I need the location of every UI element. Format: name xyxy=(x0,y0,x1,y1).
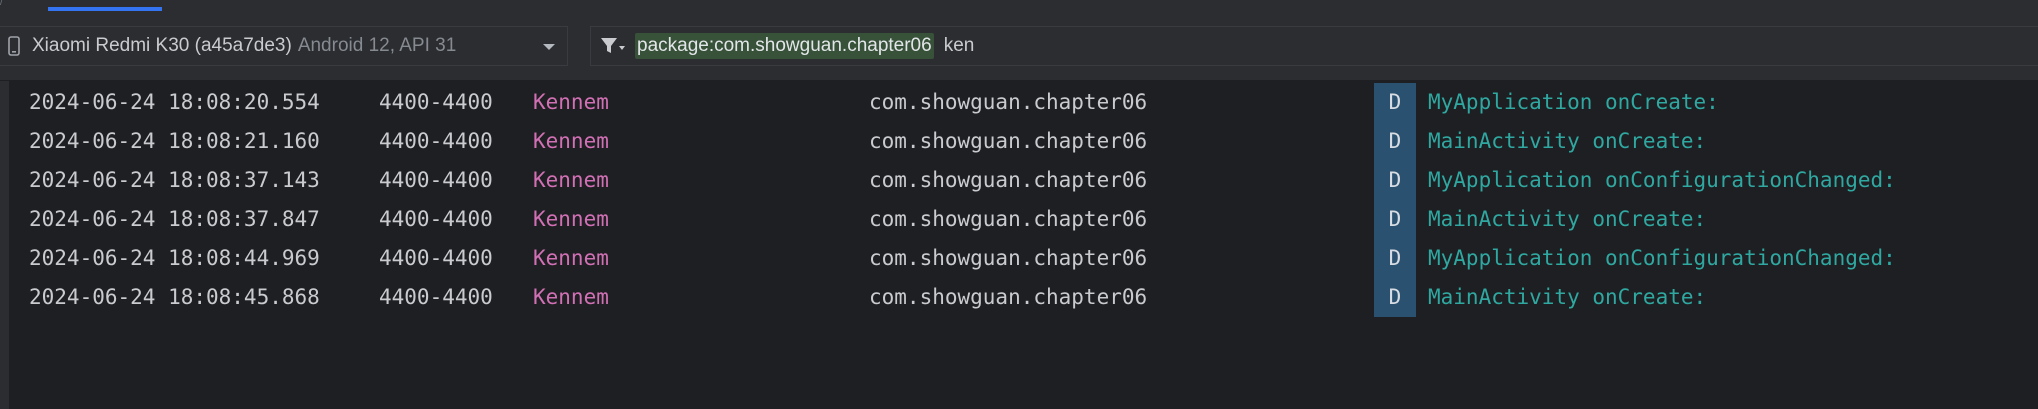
log-tag: Kennem xyxy=(533,129,609,153)
active-tab-indicator[interactable] xyxy=(48,7,162,11)
log-message: MyApplication onConfigurationChanged: xyxy=(1428,168,1896,192)
log-message: MyApplication onCreate: xyxy=(1428,90,1719,114)
log-package: com.showguan.chapter06 xyxy=(869,168,1148,192)
log-pid-tid: 4400-4400 xyxy=(379,129,493,153)
log-level-badge: D xyxy=(1374,239,1416,278)
device-api-level: Android 12, API 31 xyxy=(297,35,457,56)
log-timestamp: 2024-06-24 18:08:45.868 xyxy=(29,285,320,309)
log-pid-tid: 4400-4400 xyxy=(379,285,493,309)
log-level-badge: D xyxy=(1374,83,1416,122)
log-timestamp: 2024-06-24 18:08:37.847 xyxy=(29,207,320,231)
filter-query-text[interactable]: ken xyxy=(944,35,975,57)
log-gutter xyxy=(0,81,9,409)
chevron-down-icon[interactable] xyxy=(539,37,559,57)
log-tag: Kennem xyxy=(533,207,609,231)
filter-icon[interactable] xyxy=(599,34,627,58)
log-message: MainActivity onCreate: xyxy=(1428,285,1707,309)
logcat-toolbar: Xiaomi Redmi K30 (a45a7de3) Android 12, … xyxy=(0,12,2038,81)
log-package: com.showguan.chapter06 xyxy=(869,207,1148,231)
log-timestamp: 2024-06-24 18:08:37.143 xyxy=(29,168,320,192)
tab-strip: / xyxy=(0,0,2038,12)
log-package: com.showguan.chapter06 xyxy=(869,129,1148,153)
log-pid-tid: 4400-4400 xyxy=(379,168,493,192)
log-package: com.showguan.chapter06 xyxy=(869,246,1148,270)
logcat-filter-field[interactable]: package:com.showguan.chapter06 ken xyxy=(590,26,2038,66)
log-message: MainActivity onCreate: xyxy=(1428,129,1707,153)
log-package: com.showguan.chapter06 xyxy=(869,285,1148,309)
device-selector[interactable]: Xiaomi Redmi K30 (a45a7de3) Android 12, … xyxy=(0,26,568,66)
logcat-output[interactable]: 2024-06-24 18:08:20.554 4400-4400 Kennem… xyxy=(0,81,2038,409)
log-row[interactable]: 2024-06-24 18:08:37.143 4400-4400 Kennem… xyxy=(9,161,2038,200)
log-pid-tid: 4400-4400 xyxy=(379,90,493,114)
log-level-badge: D xyxy=(1374,200,1416,239)
log-row[interactable]: 2024-06-24 18:08:44.969 4400-4400 Kennem… xyxy=(9,239,2038,278)
log-timestamp: 2024-06-24 18:08:21.160 xyxy=(29,129,320,153)
log-row[interactable]: 2024-06-24 18:08:37.847 4400-4400 Kennem… xyxy=(9,200,2038,239)
log-level-badge: D xyxy=(1374,278,1416,317)
log-timestamp: 2024-06-24 18:08:44.969 xyxy=(29,246,320,270)
log-pid-tid: 4400-4400 xyxy=(379,246,493,270)
log-row[interactable]: 2024-06-24 18:08:20.554 4400-4400 Kennem… xyxy=(9,83,2038,122)
phone-icon xyxy=(6,35,22,57)
log-tag: Kennem xyxy=(533,90,609,114)
log-row[interactable]: 2024-06-24 18:08:21.160 4400-4400 Kennem… xyxy=(9,122,2038,161)
log-package: com.showguan.chapter06 xyxy=(869,90,1148,114)
tab-edge-glyph: / xyxy=(0,0,3,8)
log-tag: Kennem xyxy=(533,285,609,309)
log-timestamp: 2024-06-24 18:08:20.554 xyxy=(29,90,320,114)
package-filter-chip[interactable]: package:com.showguan.chapter06 xyxy=(635,33,934,59)
log-level-badge: D xyxy=(1374,122,1416,161)
log-row[interactable]: 2024-06-24 18:08:45.868 4400-4400 Kennem… xyxy=(9,278,2038,317)
device-name: Xiaomi Redmi K30 (a45a7de3) xyxy=(32,35,292,56)
log-pid-tid: 4400-4400 xyxy=(379,207,493,231)
log-message: MainActivity onCreate: xyxy=(1428,207,1707,231)
log-tag: Kennem xyxy=(533,168,609,192)
log-message: MyApplication onConfigurationChanged: xyxy=(1428,246,1896,270)
log-tag: Kennem xyxy=(533,246,609,270)
log-level-badge: D xyxy=(1374,161,1416,200)
